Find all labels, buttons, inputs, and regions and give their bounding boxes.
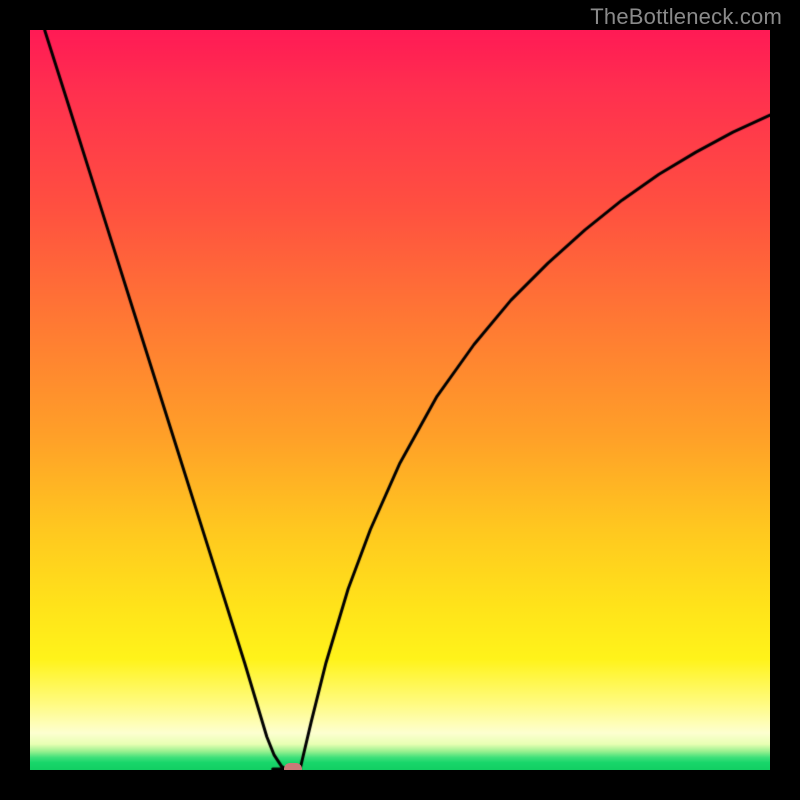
plot-area (30, 30, 770, 770)
bottleneck-curve (30, 30, 770, 770)
chart-frame: TheBottleneck.com (0, 0, 800, 800)
optimum-marker (284, 763, 302, 770)
watermark-text: TheBottleneck.com (590, 4, 782, 30)
